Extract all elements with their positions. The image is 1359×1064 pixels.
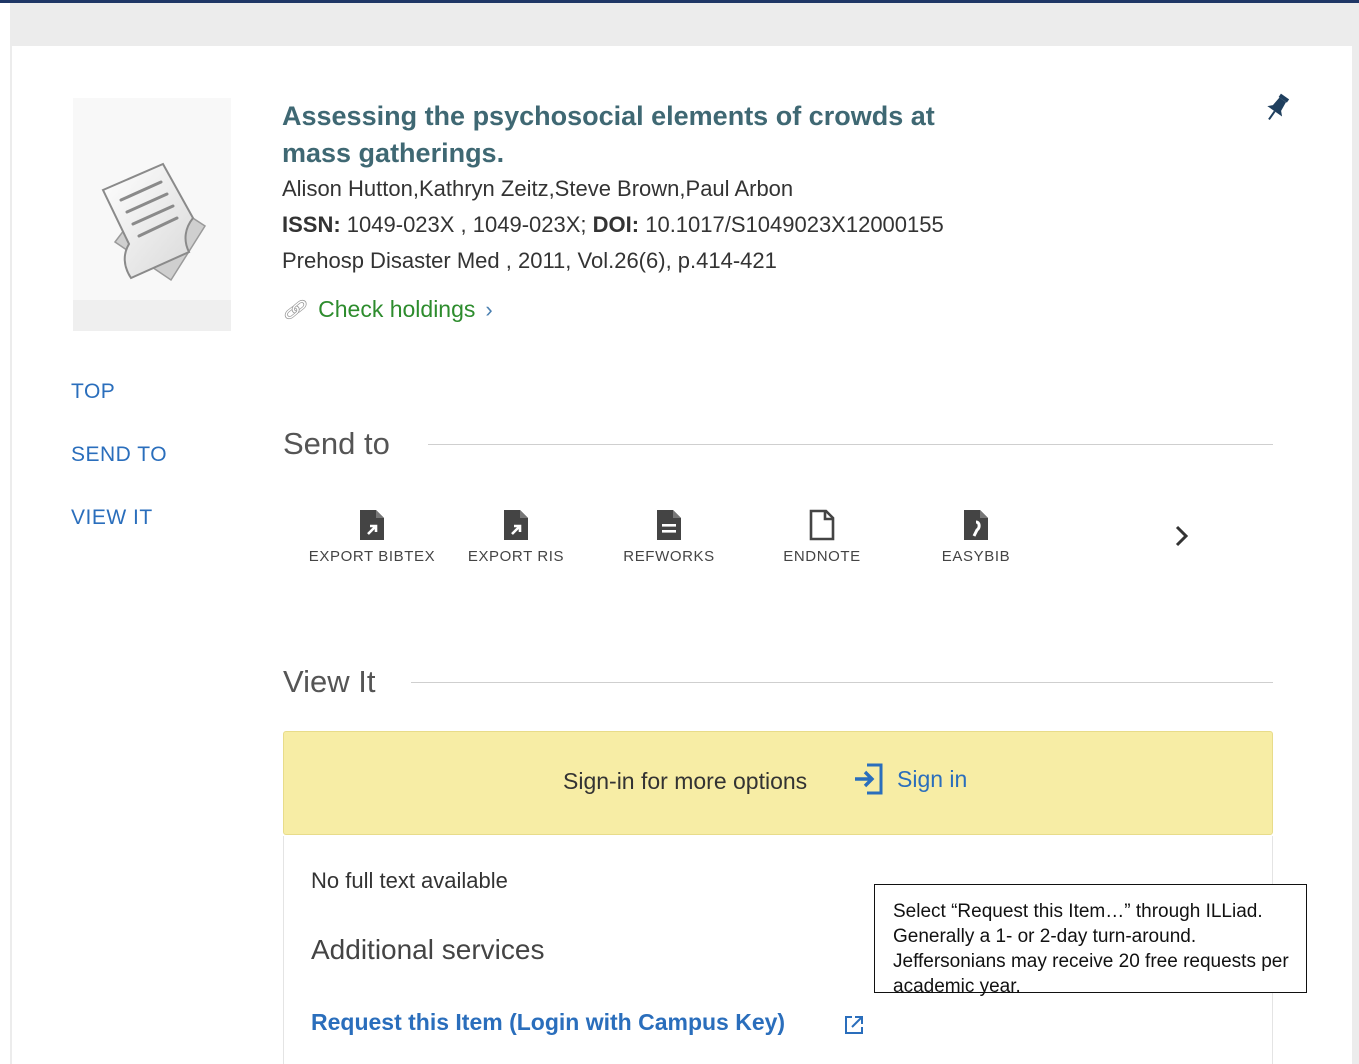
easybib-icon xyxy=(964,510,988,540)
send-to-export-ris[interactable]: EXPORT RIS xyxy=(446,508,586,565)
record-thumbnail[interactable] xyxy=(73,98,231,331)
chevron-right-icon: › xyxy=(485,296,493,322)
record-source: Prehosp Disaster Med , 2011, Vol.26(6), … xyxy=(282,248,777,273)
send-to-refworks[interactable]: REFWORKS xyxy=(599,508,739,565)
record-title[interactable]: Assessing the psychosocial elements of c… xyxy=(282,98,972,172)
send-to-easybib[interactable]: EASYBIB xyxy=(906,508,1046,565)
chevron-right-icon[interactable] xyxy=(1172,522,1192,550)
external-link-icon[interactable] xyxy=(843,1014,865,1036)
view-it-divider xyxy=(411,682,1273,683)
endnote-label: ENDNOTE xyxy=(783,548,861,565)
issn-label: ISSN: xyxy=(282,212,341,237)
view-it-heading: View It xyxy=(283,664,376,699)
check-holdings-link[interactable]: 🔗︎ Check holdings › xyxy=(282,296,493,323)
signin-button[interactable]: Sign in xyxy=(853,762,967,796)
leftnav-top[interactable]: TOP xyxy=(71,380,115,404)
pin-icon[interactable] xyxy=(1264,92,1290,124)
send-to-export-bibtex[interactable]: EXPORT BIBTEX xyxy=(302,508,442,565)
doi-value: 10.1017/S1049023X12000155 xyxy=(639,212,944,237)
send-to-divider xyxy=(428,444,1273,445)
doi-label: DOI: xyxy=(592,212,640,237)
export-bibtex-label: EXPORT BIBTEX xyxy=(308,548,436,565)
record-authors: Alison Hutton,Kathryn Zeitz,Steve Brown,… xyxy=(282,176,794,201)
request-item-link[interactable]: Request this Item (Login with Campus Key… xyxy=(311,1009,785,1036)
signin-prompt: Sign-in for more options xyxy=(563,768,808,794)
callout-annotation: Select “Request this Item…” through ILLi… xyxy=(874,884,1307,997)
export-file-icon xyxy=(504,510,528,540)
export-ris-label: EXPORT RIS xyxy=(467,548,565,565)
document-lines-icon xyxy=(657,510,681,540)
send-to-endnote[interactable]: ENDNOTE xyxy=(752,508,892,565)
signin-label: Sign in xyxy=(897,765,968,792)
additional-services-heading: Additional services xyxy=(311,934,545,965)
blank-document-icon xyxy=(809,509,835,541)
easybib-label: EASYBIB xyxy=(941,548,1011,565)
no-full-text-message: No full text available xyxy=(311,868,508,893)
link-icon: 🔗︎ xyxy=(282,299,307,321)
send-to-heading: Send to xyxy=(283,426,390,461)
refworks-label: REFWORKS xyxy=(623,548,715,565)
record-identifiers: ISSN: 1049-023X , 1049-023X; DOI: 10.101… xyxy=(282,212,944,238)
leftnav-view-it[interactable]: VIEW IT xyxy=(71,506,153,530)
issn-value: 1049-023X , 1049-023X; xyxy=(340,212,593,237)
sign-in-icon xyxy=(855,763,883,795)
article-document-icon xyxy=(101,162,207,282)
leftnav-send-to[interactable]: SEND TO xyxy=(71,443,167,467)
check-holdings-label: Check holdings xyxy=(318,296,476,322)
export-file-icon xyxy=(360,510,384,540)
